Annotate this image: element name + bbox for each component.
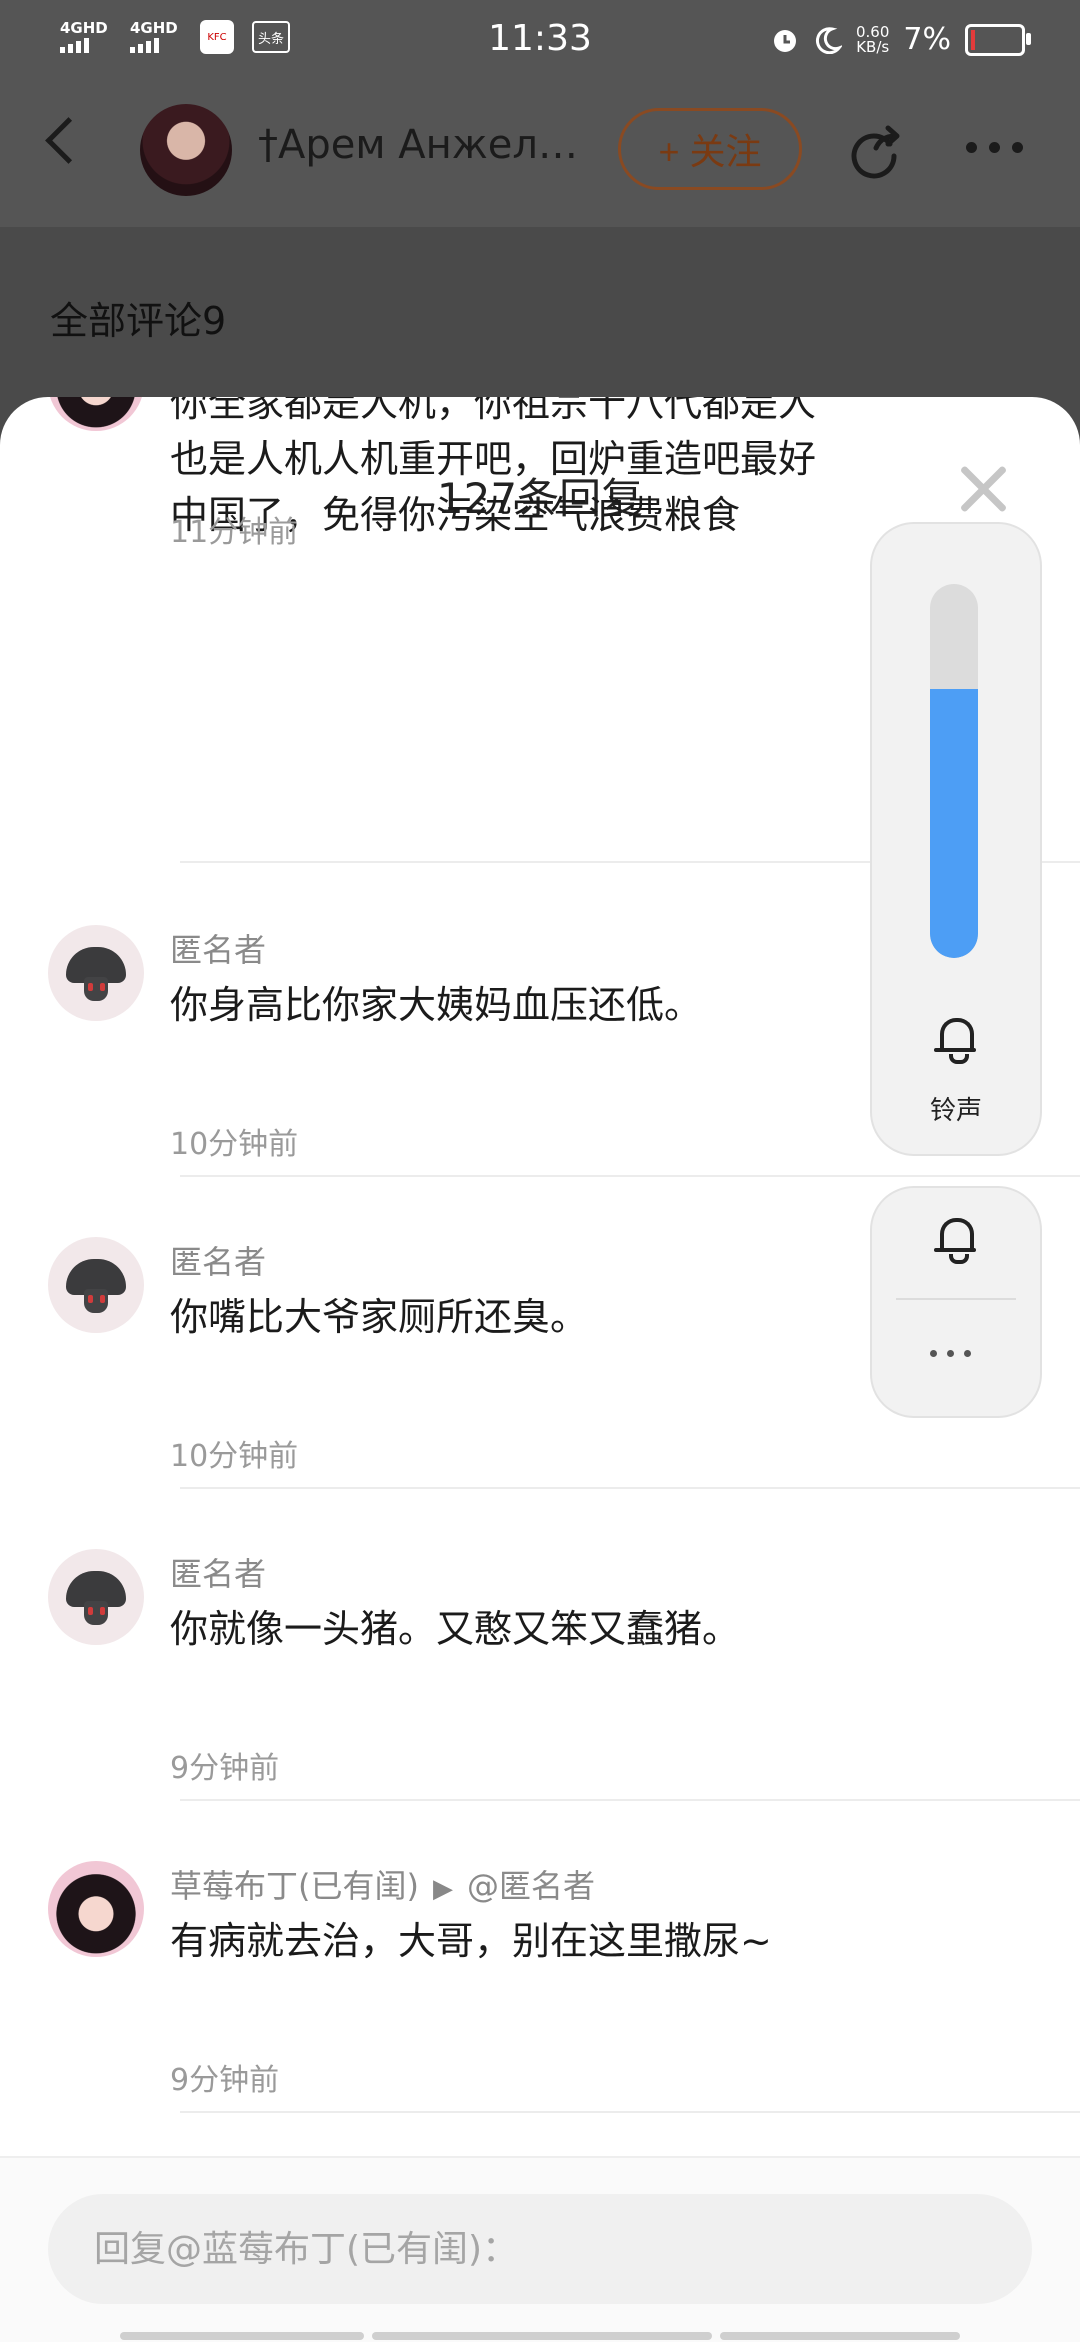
divider bbox=[896, 1298, 1016, 1300]
battery-icon bbox=[965, 23, 1031, 56]
divider bbox=[180, 2111, 1080, 2113]
alarm-icon bbox=[774, 29, 796, 52]
comment-time: 11分钟前 bbox=[170, 515, 299, 550]
comment-author[interactable]: 匿名者 bbox=[170, 925, 266, 971]
comment-text: 你身高比你家大姨妈血压还低。 bbox=[170, 983, 703, 1027]
comment-author[interactable]: 草莓布丁(已有闺) bbox=[170, 1867, 419, 1905]
reply-bar bbox=[0, 2156, 1080, 2342]
battery-level bbox=[971, 29, 975, 50]
reply-input[interactable] bbox=[48, 2194, 1032, 2304]
comment-author[interactable]: 匿名者 bbox=[170, 1549, 266, 1595]
volume-slider-fill bbox=[930, 688, 978, 958]
comment-avatar[interactable] bbox=[48, 1549, 144, 1645]
follow-button[interactable]: + 关注 bbox=[618, 108, 802, 190]
ringtone-label: 铃声 bbox=[929, 1096, 982, 1126]
comment-time: 10分钟前 bbox=[170, 1127, 299, 1162]
comment-avatar[interactable] bbox=[48, 1237, 144, 1333]
profile-header: †Арем Анжел… + 关注 bbox=[0, 82, 1080, 227]
bell-icon[interactable] bbox=[934, 1014, 978, 1064]
comment-text: 你嘴比大爷家厕所还臭。 bbox=[170, 1295, 589, 1339]
comment-text: 有病就去治，大哥，别在这里撒尿~ bbox=[170, 1919, 772, 1963]
divider bbox=[180, 1799, 1080, 1801]
bell-icon[interactable] bbox=[934, 1214, 978, 1264]
comment-author[interactable]: 匿名者 bbox=[170, 1237, 266, 1283]
bottom-bar-segment bbox=[120, 2332, 364, 2340]
sound-mode-panel bbox=[870, 1186, 1042, 1418]
comment-author-row: 草莓布丁(已有闺) ▶ @匿名者 bbox=[170, 1861, 595, 1907]
bottom-bar-segment bbox=[720, 2332, 960, 2340]
all-comments-count: 全部评论9 bbox=[50, 299, 227, 343]
comment-time: 10分钟前 bbox=[170, 1439, 299, 1474]
status-bar: 4GHD 4GHD KFC 头条 11:33 0.60 KB/s 7% bbox=[0, 0, 1080, 82]
status-right: 0.60 KB/s 7% bbox=[770, 22, 1031, 57]
comment-avatar[interactable] bbox=[48, 925, 144, 1021]
comment-time: 9分钟前 bbox=[170, 2063, 280, 2098]
back-arrow-icon[interactable] bbox=[45, 117, 92, 164]
reply-target[interactable]: @匿名者 bbox=[467, 1867, 595, 1905]
volume-slider[interactable] bbox=[930, 584, 978, 958]
net-speed-unit: KB/s bbox=[856, 37, 890, 56]
bottom-bar-segment bbox=[372, 2332, 712, 2340]
comment-time: 9分钟前 bbox=[170, 1751, 280, 1786]
comment-avatar[interactable] bbox=[48, 397, 144, 431]
comment-avatar[interactable] bbox=[48, 1861, 144, 1957]
comment-text: 你就像一头猪。又憨又笨又蠢猪。 bbox=[170, 1607, 741, 1651]
comment-text-line: 也是人机人机重开吧，回炉重造吧最好 bbox=[170, 437, 817, 481]
divider bbox=[180, 1487, 1080, 1489]
share-icon[interactable] bbox=[846, 122, 904, 180]
moon-icon bbox=[816, 26, 842, 54]
reply-arrow-icon: ▶ bbox=[432, 1874, 453, 1904]
more-icon[interactable] bbox=[930, 1350, 971, 1357]
divider bbox=[180, 1175, 1080, 1177]
battery-percent: 7% bbox=[903, 22, 951, 57]
close-icon[interactable] bbox=[958, 463, 1010, 515]
author-username[interactable]: †Арем Анжел… bbox=[258, 122, 598, 168]
more-options-icon[interactable] bbox=[966, 142, 1023, 153]
net-speed: 0.60 KB/s bbox=[856, 24, 890, 56]
comment-text-line: 你全家都是人机，你祖宗十八代都是人 bbox=[170, 397, 817, 425]
author-avatar[interactable] bbox=[140, 104, 232, 196]
volume-panel: 铃声 bbox=[870, 522, 1042, 1156]
